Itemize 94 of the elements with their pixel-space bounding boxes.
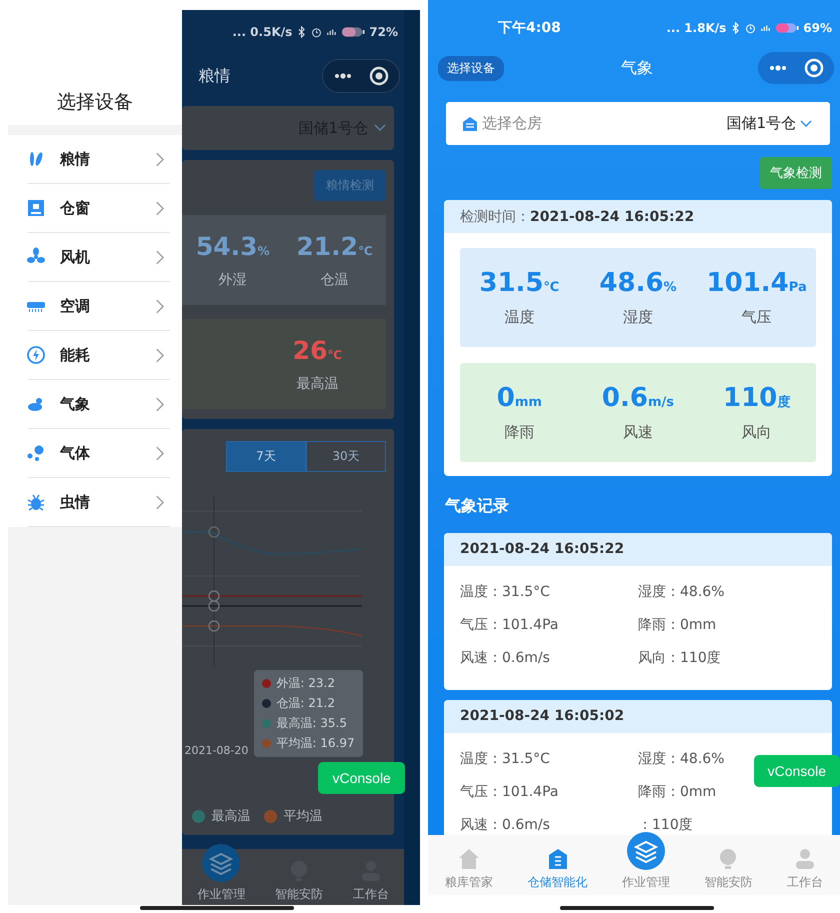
- detect-button[interactable]: 气象检测: [760, 157, 832, 189]
- tooltip-value: 仓温: 21.2: [276, 695, 335, 712]
- reading-value: 0.6m/s: [602, 383, 674, 413]
- tab-bar-item[interactable]: 智能安防: [275, 859, 324, 903]
- tab-bar-item[interactable]: 粮库管家: [445, 847, 494, 891]
- stat-value: 26℃: [292, 336, 342, 364]
- reading-label: 气压: [742, 308, 772, 327]
- energy-icon: [26, 345, 46, 365]
- record-time: 2021-08-24 16:05:22: [444, 533, 832, 566]
- record-field: 风向：110度: [638, 648, 816, 668]
- record-field: 温度：31.5°C: [460, 582, 638, 602]
- chevron-right-icon: [155, 396, 164, 412]
- window-icon: [26, 198, 46, 218]
- reading-label: 风速: [622, 423, 653, 442]
- more-icon[interactable]: [333, 72, 353, 80]
- network-speed: ... 1.8K/s: [666, 21, 726, 35]
- record-field: 风速：0.6m/s: [460, 648, 638, 668]
- battery-icon: [341, 26, 366, 38]
- stat-label: 外湿: [218, 270, 247, 288]
- page-title: 气象: [621, 58, 653, 78]
- tab-bar-item[interactable]: 作业管理: [197, 843, 246, 903]
- record-field: 降雨：0mm: [638, 615, 816, 635]
- bluetooth-icon: [730, 22, 742, 34]
- network-speed: ... 0.5K/s: [232, 25, 292, 39]
- detection-time: 2021-08-24 16:05:22: [530, 208, 694, 224]
- chevron-right-icon: [155, 494, 164, 510]
- range-tab[interactable]: 30天: [306, 441, 386, 472]
- reading-value: 48.6%: [599, 268, 677, 298]
- reading-label: 湿度: [622, 308, 653, 327]
- device-menu-item[interactable]: 能耗: [28, 331, 170, 380]
- chevron-right-icon: [155, 200, 164, 216]
- page-title: 粮情: [198, 66, 230, 86]
- record-field: 湿度：48.6%: [638, 582, 816, 602]
- battery-percent: 72%: [369, 25, 398, 39]
- device-menu-item[interactable]: 风机: [28, 233, 170, 282]
- caret-icon: [374, 124, 386, 132]
- device-menu-item[interactable]: 空调: [28, 282, 170, 331]
- tab-bar-item[interactable]: 智能安防: [704, 847, 752, 891]
- drawer-title: 选择设备: [57, 90, 134, 115]
- tooltip-value: 最高温: 35.5: [276, 715, 347, 732]
- warehouse-selector[interactable]: 选择仓房 国储1号仓: [446, 102, 830, 145]
- stat-value: 54.3%: [196, 232, 270, 260]
- device-menu-item[interactable]: 仓窗: [28, 184, 170, 233]
- chevron-right-icon: [155, 152, 164, 166]
- range-tab[interactable]: 7天: [226, 441, 306, 472]
- reading-label: 温度: [504, 308, 534, 327]
- reading-value: 0mm: [496, 383, 542, 413]
- tab-bar-item[interactable]: 仓储智能化: [528, 847, 588, 891]
- stat-label: 仓温: [320, 270, 348, 288]
- capsule-menu[interactable]: [322, 59, 400, 93]
- tooltip-value: 外温: 23.2: [276, 675, 335, 692]
- axis-label: 2021-08-20: [184, 744, 248, 757]
- detection-time-label: 检测时间：: [460, 208, 530, 226]
- chevron-right-icon: [155, 298, 164, 314]
- alarm-clock-icon: [311, 26, 322, 38]
- close-icon[interactable]: [369, 66, 389, 86]
- reading-value: 31.5℃: [479, 268, 560, 298]
- battery-percent: 69%: [803, 21, 832, 35]
- tab-bar-item[interactable]: 工作台: [786, 847, 823, 891]
- device-menu-item[interactable]: 气体: [28, 429, 170, 478]
- battery-icon: [775, 22, 800, 34]
- stat-label: 最高温: [296, 374, 338, 392]
- warehouse-value: 国储1号仓: [726, 114, 796, 133]
- device-menu-item[interactable]: 粮情: [28, 135, 170, 184]
- reading-label: 风向: [742, 423, 772, 442]
- record-field: 气压：101.4Pa: [460, 615, 638, 635]
- bug-icon: [26, 492, 46, 512]
- reading-value: 110度: [723, 383, 790, 413]
- legend-label: 平均温: [283, 808, 322, 825]
- device-menu-item[interactable]: 气象: [28, 380, 170, 429]
- stat-value: 21.2℃: [296, 232, 373, 260]
- chevron-right-icon: [155, 348, 164, 362]
- chevron-right-icon: [155, 446, 164, 460]
- warehouse-label: 选择仓房: [482, 114, 542, 133]
- select-device-button[interactable]: 选择设备: [438, 56, 504, 80]
- record-field: 气压：101.4Pa: [460, 782, 638, 802]
- gas-icon: [26, 443, 46, 463]
- chevron-right-icon: [155, 250, 164, 264]
- caret-icon: [800, 120, 812, 128]
- tooltip-value: 平均温: 16.97: [276, 735, 355, 752]
- record-field: 温度：31.5°C: [460, 749, 638, 769]
- tab-bar-item[interactable]: 工作台: [353, 859, 390, 903]
- house-icon: [457, 847, 482, 871]
- layers-icon: [201, 843, 242, 883]
- alarm-clock-icon: [745, 22, 756, 34]
- bluetooth-icon: [296, 26, 308, 38]
- legend-label: 最高温: [211, 808, 250, 825]
- device-menu-item[interactable]: 虫情: [28, 478, 170, 527]
- reading-label: 降雨: [504, 423, 534, 442]
- status-time: 下午4:08: [498, 19, 561, 37]
- reading-value: 101.4Pa: [706, 268, 807, 298]
- record-time: 2021-08-24 16:05:02: [444, 700, 832, 733]
- section-title: 气象记录: [444, 495, 510, 517]
- building-icon: [462, 116, 478, 132]
